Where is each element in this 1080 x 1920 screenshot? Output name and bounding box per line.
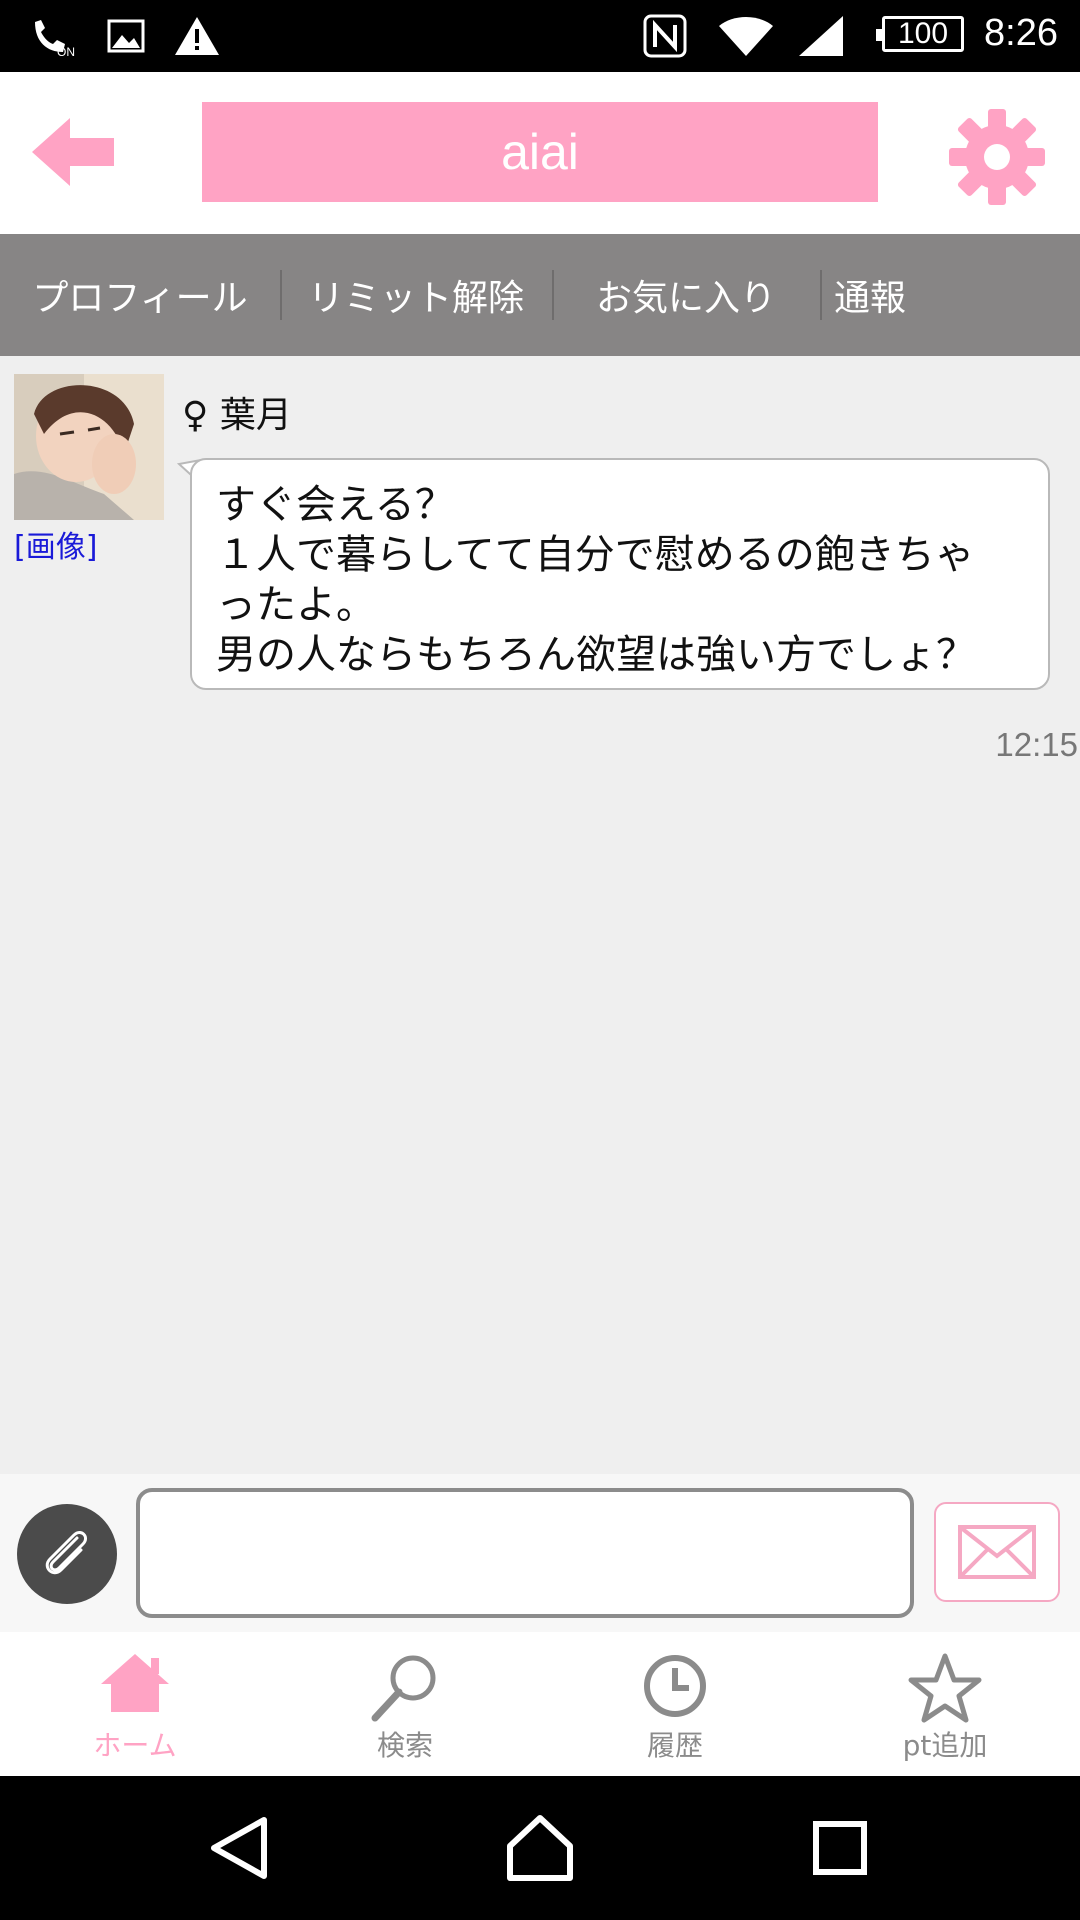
- tab-profile[interactable]: プロフィール: [0, 234, 280, 356]
- avatar-photo: [14, 374, 164, 520]
- page-title: aiai: [202, 102, 878, 202]
- battery-level: 100: [897, 17, 949, 50]
- nav-search[interactable]: 検索: [270, 1632, 540, 1776]
- nav-add-points-label: pt追加: [902, 1729, 988, 1762]
- sender-name-row: ♀ 葉月: [182, 386, 292, 438]
- clock-icon: [644, 1655, 706, 1717]
- back-arrow-icon: [32, 118, 114, 186]
- nav-home[interactable]: ホーム: [0, 1632, 270, 1776]
- female-icon: ♀: [182, 395, 209, 436]
- message-line: １人で暮らしてて自分で慰めるの飽きちゃ: [216, 532, 975, 578]
- tab-menu: プロフィール リミット解除 お気に入り 通報: [0, 234, 1080, 356]
- message-timestamp: 12:15: [995, 726, 1078, 763]
- triangle-back-icon: [211, 1817, 267, 1879]
- battery-icon: 100: [876, 16, 964, 52]
- tab-report[interactable]: 通報: [820, 234, 920, 356]
- message-input[interactable]: [136, 1488, 914, 1618]
- message-bubble: すぐ会える？ １人で暮らしてて自分で慰めるの飽きちゃ ったよ。 男の人ならもちろ…: [190, 458, 1050, 690]
- nav-history-label: 履歴: [646, 1729, 703, 1762]
- system-back-button[interactable]: [200, 1808, 280, 1888]
- sender-name: 葉月: [219, 395, 292, 436]
- image-icon: [106, 14, 146, 58]
- message-line: 男の人ならもちろん欲望は強い方でしょ？: [216, 632, 976, 678]
- warning-icon: [172, 14, 222, 58]
- bottom-nav: ホーム 検索 履歴 pt追加: [0, 1632, 1080, 1776]
- envelope-icon: [958, 1525, 1036, 1579]
- image-link[interactable]: [画像]: [14, 522, 97, 566]
- nfc-icon: [640, 14, 690, 58]
- nav-add-points[interactable]: pt追加: [810, 1632, 1080, 1776]
- wifi-calling-icon: ON: [28, 14, 78, 58]
- paperclip-icon: [45, 1530, 88, 1575]
- tab-limit-release[interactable]: リミット解除: [280, 234, 552, 356]
- status-bar: ON 100 8:26: [0, 0, 1080, 72]
- header: aiai: [0, 72, 1080, 234]
- system-recents-button[interactable]: [800, 1808, 880, 1888]
- tab-limit-release-label: リミット解除: [307, 278, 524, 319]
- nav-home-label: ホーム: [93, 1729, 177, 1762]
- system-home-button[interactable]: [500, 1808, 580, 1888]
- svg-text:ON: ON: [57, 45, 75, 58]
- status-time: 8:26: [984, 12, 1058, 54]
- gear-icon: [949, 109, 1045, 205]
- nav-history[interactable]: 履歴: [540, 1632, 810, 1776]
- input-bar: [0, 1474, 1080, 1632]
- back-button[interactable]: [30, 112, 116, 192]
- home-outline-icon: [507, 1815, 573, 1881]
- message-line: すぐ会える？: [216, 482, 455, 528]
- star-icon: [908, 1653, 982, 1723]
- send-button[interactable]: [934, 1502, 1060, 1602]
- tab-profile-label: プロフィール: [32, 278, 248, 319]
- nav-search-label: 検索: [376, 1729, 433, 1762]
- wifi-icon: [716, 14, 776, 58]
- search-icon: [371, 1655, 436, 1722]
- recents-icon: [813, 1821, 867, 1875]
- tab-favorites-label: お気に入り: [595, 278, 776, 319]
- settings-button[interactable]: [946, 107, 1048, 207]
- sender-avatar[interactable]: [14, 374, 164, 520]
- tab-favorites[interactable]: お気に入り: [552, 234, 820, 356]
- system-nav-bar: [0, 1776, 1080, 1920]
- signal-icon: [796, 14, 846, 58]
- attach-button[interactable]: [17, 1504, 117, 1604]
- message-line: ったよ。: [216, 582, 376, 628]
- tab-report-label: 通報: [833, 278, 906, 319]
- home-icon: [101, 1654, 169, 1712]
